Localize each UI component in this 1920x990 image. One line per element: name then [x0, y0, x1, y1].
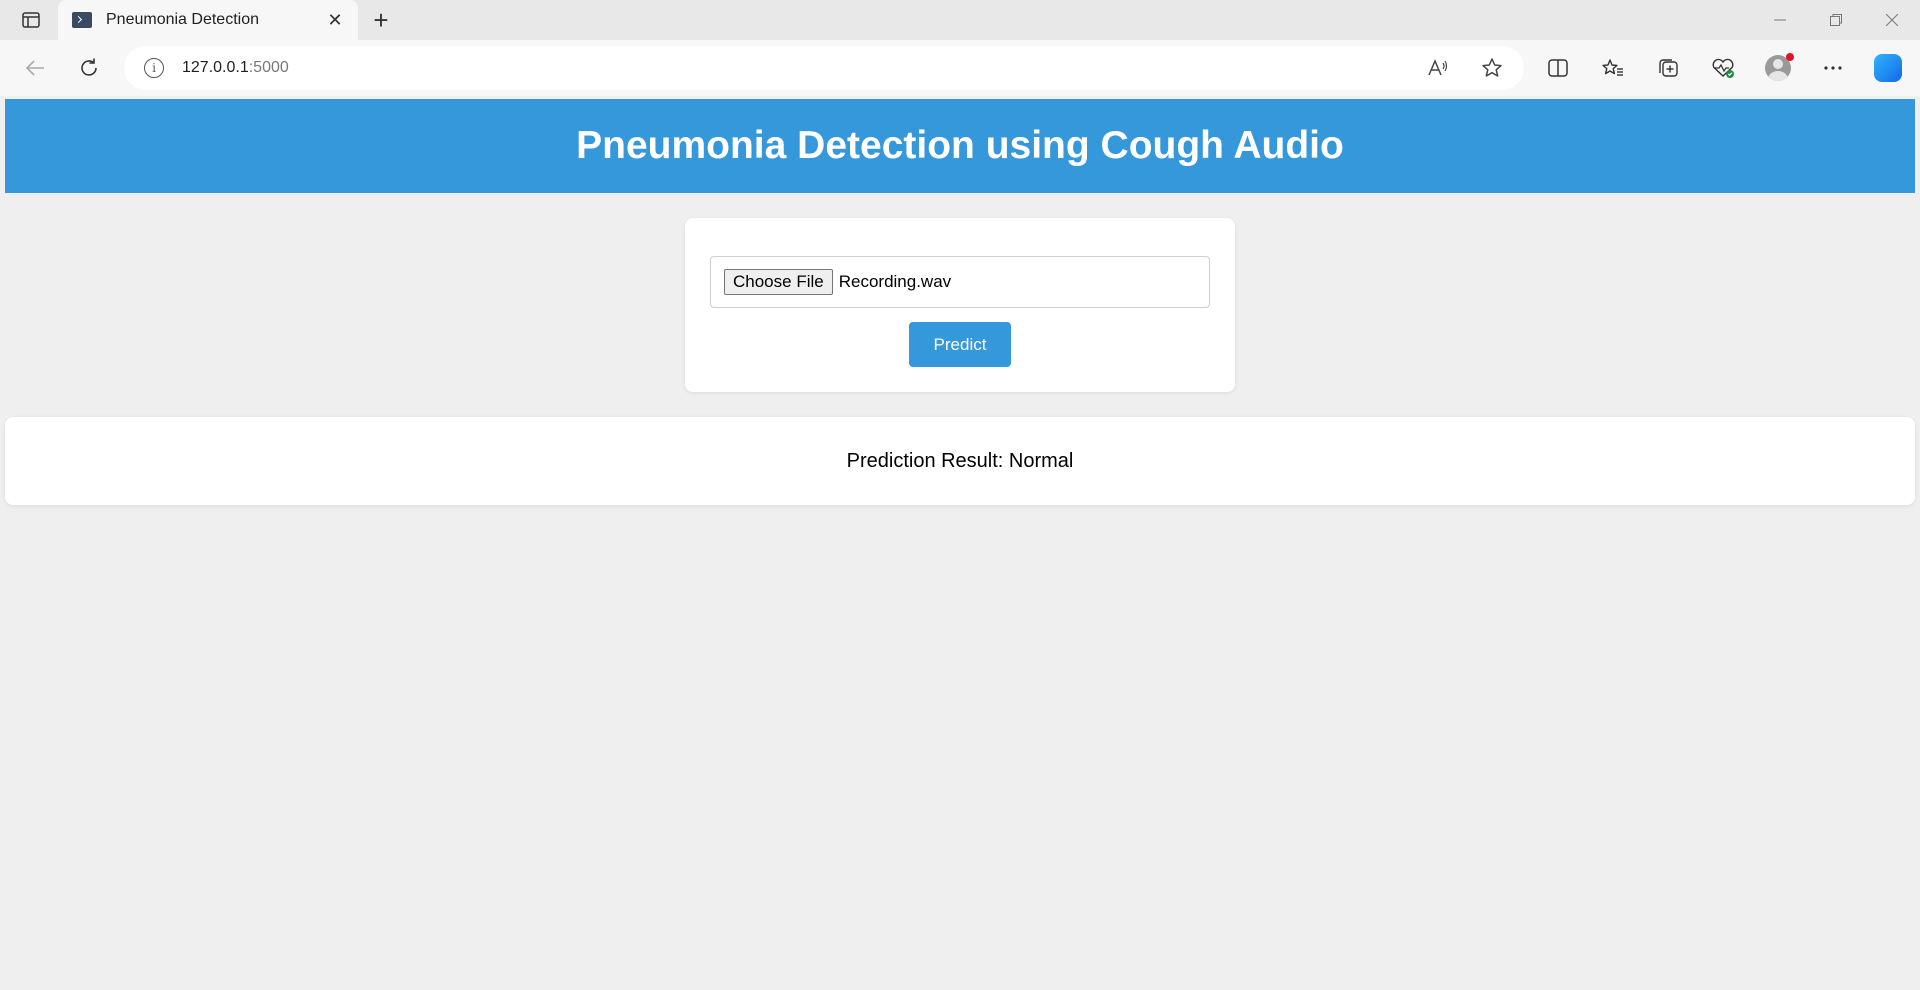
tab-actions-icon[interactable] — [14, 8, 48, 32]
browser-toolbar: i 127.0.0.1 :5000 — [0, 40, 1920, 96]
page-header: Pneumonia Detection using Cough Audio — [5, 99, 1915, 193]
browser-essentials-icon[interactable] — [1705, 50, 1741, 86]
url-port: :5000 — [248, 59, 289, 76]
address-bar-actions — [1424, 46, 1506, 90]
more-options-icon[interactable] — [1815, 50, 1851, 86]
page-viewport: Pneumonia Detection using Cough Audio Ch… — [0, 96, 1920, 990]
browser-titlebar: Pneumonia Detection ✕ + — [0, 0, 1920, 40]
new-tab-button[interactable]: + — [366, 5, 396, 35]
split-screen-icon[interactable] — [1540, 50, 1576, 86]
page-title: Pneumonia Detection using Cough Audio — [576, 124, 1344, 167]
copilot-icon[interactable] — [1870, 50, 1906, 86]
notification-badge — [1786, 53, 1794, 61]
minimize-icon[interactable] — [1752, 0, 1808, 40]
browser-extension-icons — [1540, 50, 1906, 86]
info-icon[interactable]: i — [144, 58, 164, 78]
favorite-star-icon[interactable] — [1478, 54, 1506, 82]
prediction-result-text: Prediction Result: Normal — [846, 449, 1074, 472]
terminal-favicon-icon — [72, 12, 92, 28]
file-input[interactable]: Choose File Recording.wav — [710, 256, 1210, 308]
favorites-icon[interactable] — [1595, 50, 1631, 86]
tab-close-icon[interactable]: ✕ — [324, 9, 346, 31]
url-host: 127.0.0.1 — [182, 59, 249, 76]
refresh-icon[interactable] — [71, 50, 107, 86]
window-controls — [1752, 0, 1920, 40]
back-icon[interactable] — [17, 50, 53, 86]
copilot-logo — [1874, 54, 1902, 82]
choose-file-button[interactable]: Choose File — [724, 269, 833, 295]
restore-icon[interactable] — [1808, 0, 1864, 40]
upload-form-card: Choose File Recording.wav Predict — [685, 218, 1235, 392]
predict-button[interactable]: Predict — [909, 322, 1011, 367]
address-bar[interactable]: i 127.0.0.1 :5000 — [124, 46, 1524, 90]
close-window-icon[interactable] — [1864, 0, 1920, 40]
collections-icon[interactable] — [1650, 50, 1686, 86]
result-panel: Prediction Result: Normal — [5, 417, 1915, 505]
read-aloud-icon[interactable] — [1424, 54, 1452, 82]
profile-avatar[interactable] — [1760, 50, 1796, 86]
selected-file-name: Recording.wav — [838, 272, 952, 291]
browser-tab[interactable]: Pneumonia Detection ✕ — [58, 0, 358, 40]
tab-title: Pneumonia Detection — [106, 11, 259, 28]
